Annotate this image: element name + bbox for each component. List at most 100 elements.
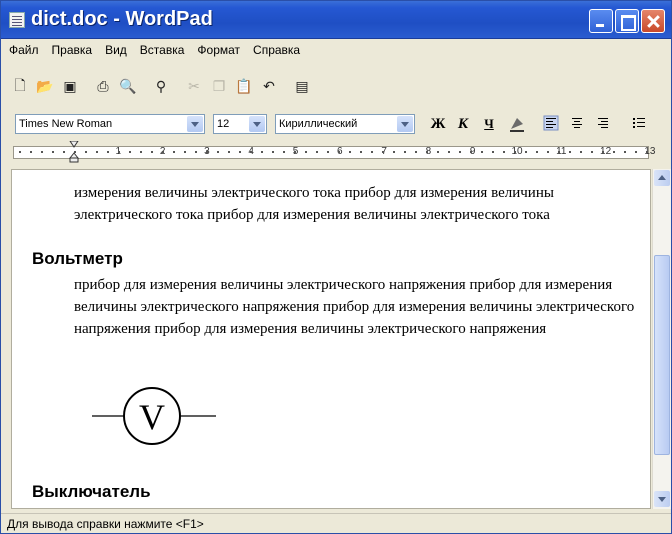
ruler-tick	[118, 151, 120, 153]
ruler-tick	[52, 151, 54, 153]
undo-icon[interactable]: ↶	[258, 77, 280, 97]
paste-icon[interactable]: 📋	[233, 77, 255, 97]
font-size-select[interactable]: 12	[213, 114, 267, 134]
minimize-button[interactable]	[589, 9, 613, 33]
bold-button[interactable]: Ж	[428, 115, 448, 133]
font-name-select[interactable]: Times New Roman	[15, 114, 205, 134]
copy-icon[interactable]: ❐	[208, 77, 230, 97]
heading-switch: Выключатель	[32, 482, 151, 501]
indent-marker-icon[interactable]	[69, 141, 79, 163]
ruler-tick	[250, 151, 252, 153]
ruler-tick	[338, 151, 340, 153]
document-icon[interactable]	[9, 12, 25, 28]
find-icon[interactable]: ⚲	[150, 77, 172, 97]
font-size-value: 12	[217, 118, 230, 130]
bullets-icon[interactable]	[629, 115, 649, 133]
print-icon[interactable]: ⎙	[92, 77, 114, 97]
chevron-down-icon[interactable]	[187, 116, 203, 132]
insert-datetime-icon[interactable]: ▤	[291, 77, 313, 97]
ruler-tick	[19, 151, 21, 153]
ruler-tick	[404, 151, 406, 153]
chevron-down-icon[interactable]	[249, 116, 265, 132]
scroll-up-icon[interactable]	[654, 170, 670, 186]
save-icon[interactable]: ▣	[59, 77, 81, 97]
ruler-tick	[624, 151, 626, 153]
ruler-tick	[481, 151, 483, 153]
menu-insert[interactable]: Вставка	[140, 43, 185, 57]
ruler-tick	[514, 151, 516, 153]
ruler-tick	[569, 151, 571, 153]
maximize-button[interactable]	[615, 9, 639, 33]
status-bar: Для вывода справки нажмите <F1>	[1, 513, 671, 534]
ruler-tick	[217, 151, 219, 153]
ruler-tick	[206, 151, 208, 153]
font-name-value: Times New Roman	[19, 118, 113, 130]
ruler-tick	[591, 151, 593, 153]
voltmeter-letter: V	[139, 397, 165, 437]
new-document-icon[interactable]: 🗋	[9, 77, 31, 97]
ruler[interactable]: 1234567891011121314	[13, 141, 661, 163]
ruler-tick	[349, 151, 351, 153]
ruler-tick	[151, 151, 153, 153]
ruler-tick	[261, 151, 263, 153]
ruler-tick	[239, 151, 241, 153]
chevron-down-icon[interactable]	[397, 116, 413, 132]
menu-file[interactable]: Файл	[9, 43, 39, 57]
paragraph-ammeter-text: измерения величины электрического тока п…	[74, 185, 554, 223]
align-left-icon[interactable]	[541, 115, 561, 133]
ruler-tick	[63, 151, 65, 153]
menu-view[interactable]: Вид	[105, 43, 127, 57]
align-right-icon[interactable]	[593, 115, 613, 133]
title-bar[interactable]: dict.doc - WordPad	[1, 1, 671, 39]
ruler-tick	[393, 151, 395, 153]
script-value: Кириллический	[279, 118, 358, 130]
ruler-tick	[140, 151, 142, 153]
scroll-down-icon[interactable]	[654, 491, 670, 507]
ruler-tick	[448, 151, 450, 153]
ruler-tick	[129, 151, 131, 153]
ruler-tick	[613, 151, 615, 153]
ruler-tick	[184, 151, 186, 153]
document-area[interactable]: измерения величины электрического тока п…	[11, 169, 651, 509]
status-text: Для вывода справки нажмите <F1>	[7, 517, 204, 531]
ruler-tick	[536, 151, 538, 153]
ruler-tick	[228, 151, 230, 153]
scroll-thumb[interactable]	[654, 255, 670, 455]
ruler-tick	[96, 151, 98, 153]
ruler-tick	[162, 151, 164, 153]
paragraph-voltmeter-text: прибор для измерения величины электричес…	[74, 277, 635, 337]
ruler-tick	[646, 151, 648, 153]
ruler-tick	[294, 151, 296, 153]
vertical-scrollbar[interactable]	[652, 169, 671, 509]
menu-format[interactable]: Формат	[197, 43, 240, 57]
ruler-tick	[426, 151, 428, 153]
ruler-tick	[558, 151, 560, 153]
print-preview-icon[interactable]: 🔍	[117, 77, 139, 97]
ruler-tick	[525, 151, 527, 153]
ruler-tick	[492, 151, 494, 153]
ruler-tick	[503, 151, 505, 153]
ruler-tick	[85, 151, 87, 153]
menu-help[interactable]: Справка	[253, 43, 300, 57]
ruler-tick	[272, 151, 274, 153]
close-button[interactable]	[641, 9, 665, 33]
ruler-tick	[602, 151, 604, 153]
ruler-tick	[195, 151, 197, 153]
cut-icon[interactable]: ✂	[183, 77, 205, 97]
menu-bar: Файл Правка Вид Вставка Формат Справка	[1, 40, 671, 60]
open-folder-icon[interactable]: 📂	[34, 77, 56, 97]
color-icon[interactable]	[507, 115, 527, 133]
ruler-tick	[437, 151, 439, 153]
ruler-tick	[360, 151, 362, 153]
ruler-tick	[371, 151, 373, 153]
align-center-icon[interactable]	[567, 115, 587, 133]
script-select[interactable]: Кириллический	[275, 114, 415, 134]
ruler-tick	[41, 151, 43, 153]
underline-button[interactable]: Ч	[479, 115, 499, 133]
wordpad-window: dict.doc - WordPad Файл Правка Вид Встав…	[0, 0, 672, 534]
ruler-tick	[283, 151, 285, 153]
menu-edit[interactable]: Правка	[52, 43, 93, 57]
window-title: dict.doc - WordPad	[31, 8, 213, 30]
ruler-tick	[173, 151, 175, 153]
italic-button[interactable]: К	[453, 115, 473, 133]
